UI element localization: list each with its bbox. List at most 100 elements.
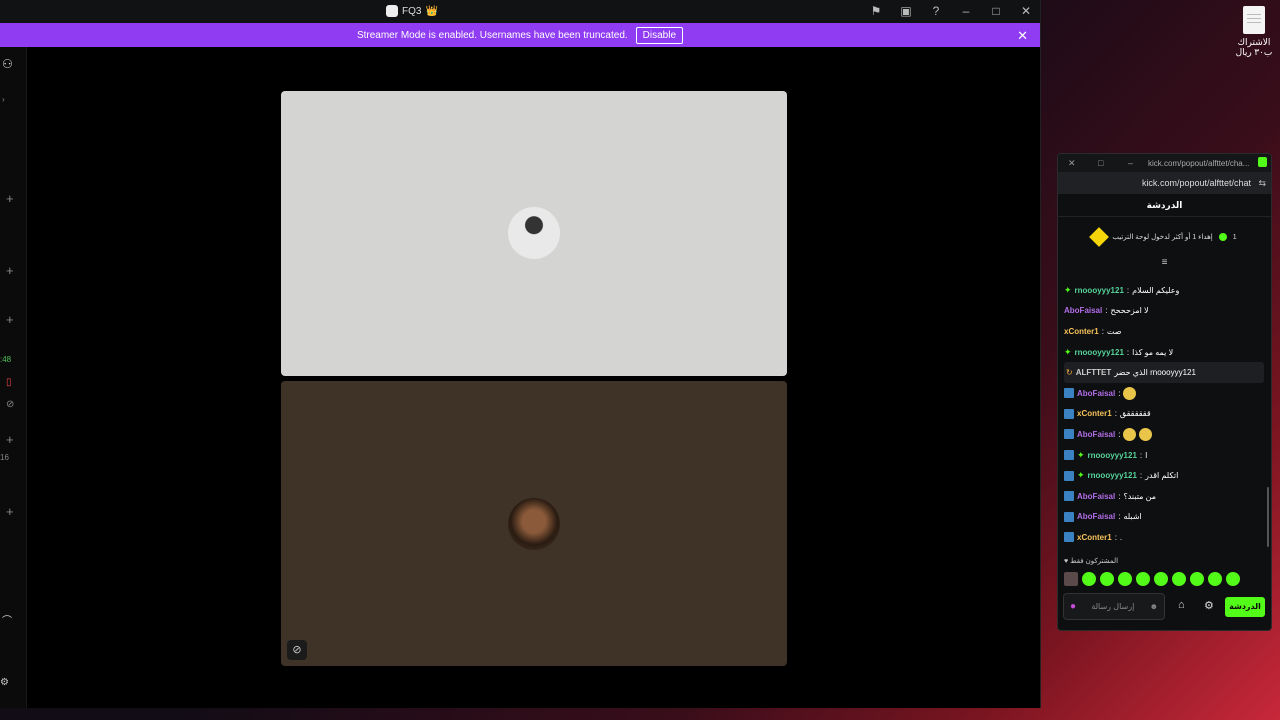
username[interactable]: rnoooyyy121 [1075, 286, 1124, 295]
store-icon[interactable]: ⌂ [1178, 599, 1185, 611]
badge-icon [1064, 429, 1074, 440]
username[interactable]: ALFTTET [1076, 368, 1112, 377]
add-icon[interactable]: + [6, 263, 32, 278]
badge-icon [1064, 511, 1074, 522]
host-icon: ↻ [1066, 368, 1073, 378]
emote-icon [1123, 427, 1137, 441]
goal-amount: 1 [1232, 233, 1237, 241]
collapse-icon[interactable]: ≡ [1058, 257, 1271, 271]
headset-icon[interactable]: ⌒ [2, 612, 28, 627]
badge-icon [1064, 388, 1074, 399]
minimize-icon[interactable]: – [1128, 158, 1133, 168]
badge-icon [1064, 408, 1074, 419]
banner-text: Streamer Mode is enabled. Usernames have… [356, 29, 628, 41]
flag-icon[interactable]: ⚑ [868, 4, 884, 18]
streamer-mode-banner: Streamer Mode is enabled. Usernames have… [0, 23, 1040, 47]
left-sidebar: ⚇ › + + + :48 ▯ ⊘ + 16 + ⌒ ⚙ [0, 47, 27, 708]
browser-tab-bar: ✕ □ – kick.com/popout/alfttet/cha... [1058, 154, 1271, 172]
minimize-icon[interactable]: – [958, 4, 974, 18]
window-title-text: FQ3 [402, 5, 422, 17]
chat-input[interactable]: ● إرسال رسالة ☻ [1063, 593, 1165, 620]
close-icon[interactable]: ✕ [1018, 4, 1034, 18]
chat-message: ✦ rnoooyyy121: اتكلم اقدر [1064, 465, 1264, 486]
banner-close-icon[interactable]: ✕ [1017, 28, 1028, 44]
emote-icon[interactable] [1208, 572, 1222, 586]
chat-message: xConter1: صت [1064, 326, 1122, 336]
chat-message: AboFaisal: [1064, 383, 1264, 404]
server-logo-icon [386, 5, 398, 17]
document-icon [1243, 6, 1265, 34]
add-icon[interactable]: + [6, 191, 32, 206]
maximize-icon[interactable]: □ [1098, 158, 1103, 168]
emote-icon[interactable] [1154, 572, 1168, 586]
chat-message: ✦ rnoooyyy121: لا يمه مو كذا [1064, 346, 1174, 357]
message-text: وعليكم السلام [1132, 285, 1180, 295]
mute-icon[interactable]: ⊘ [6, 399, 32, 410]
heart-icon: ♥ [1064, 558, 1069, 565]
emote-icon[interactable] [1100, 572, 1114, 586]
kick-logo-icon [1258, 157, 1267, 167]
username[interactable]: AboFaisal [1077, 492, 1115, 501]
chat-message: xConter1: . [1064, 527, 1264, 548]
chat-message: AboFaisal: اشبله [1064, 507, 1264, 528]
kick-coin-icon [1218, 233, 1227, 241]
username[interactable]: rnoooyyy121 [1088, 471, 1137, 480]
emote-icon[interactable] [1226, 572, 1240, 586]
sidebar-time: :48 [0, 355, 12, 364]
emote-icon[interactable] [1064, 572, 1078, 586]
crown-emoji: 👑 [425, 5, 438, 17]
help-icon[interactable]: ? [928, 4, 944, 18]
close-icon[interactable]: ✕ [1068, 158, 1076, 169]
address-bar[interactable]: kick.com/popout/alfttet/chat ⇆ [1058, 172, 1271, 194]
gear-icon[interactable]: ⚙ [1204, 599, 1214, 612]
emote-icon[interactable] [1118, 572, 1132, 586]
message-text: الذي حضر rnoooyyy121 [1114, 368, 1196, 378]
add-icon[interactable]: + [6, 432, 32, 447]
video-tile-2[interactable]: ⊘ [281, 381, 787, 666]
title-bar: FQ3 👑 ⚑ ▣ ? – □ ✕ [0, 0, 1040, 23]
desktop-file-label: الاشتراك ب٣٠ ريال [1235, 37, 1273, 57]
desktop-file-icon[interactable]: الاشتراك ب٣٠ ريال [1230, 6, 1278, 57]
username[interactable]: AboFaisal [1077, 430, 1115, 439]
username[interactable]: AboFaisal [1064, 306, 1102, 315]
chat-message: ✦ rnoooyyy121: ا [1064, 445, 1264, 466]
subscribers-only-label: ♥ المشتركون فقط [1064, 557, 1118, 565]
add-icon[interactable]: + [6, 504, 32, 519]
emote-icon[interactable] [1190, 572, 1204, 586]
add-icon[interactable]: + [6, 312, 32, 327]
participant-avatar [508, 498, 560, 550]
chat-scrollbar[interactable] [1267, 487, 1269, 547]
emoji-icon[interactable]: ☻ [1150, 602, 1158, 611]
friends-icon[interactable]: ⚇ [2, 57, 28, 71]
disable-button[interactable]: Disable [635, 26, 684, 44]
chevron-right-icon[interactable]: › [2, 95, 28, 104]
window-title: FQ3 👑 [386, 5, 438, 17]
send-button[interactable]: الدردشة [1225, 597, 1265, 617]
record-icon[interactable]: ▯ [6, 377, 32, 388]
username[interactable]: rnoooyyy121 [1088, 451, 1137, 460]
chat-message: xConter1: ققققققق [1064, 404, 1264, 425]
chat-message: AboFaisal: من متبند؟ [1064, 486, 1264, 507]
username[interactable]: xConter1 [1077, 533, 1112, 542]
username[interactable]: xConter1 [1064, 327, 1099, 336]
username[interactable]: AboFaisal [1077, 389, 1115, 398]
inbox-icon[interactable]: ▣ [898, 4, 914, 18]
username[interactable]: xConter1 [1077, 409, 1112, 418]
mic-icon[interactable]: ● [1070, 601, 1076, 612]
username[interactable]: rnoooyyy121 [1075, 348, 1124, 357]
emote-icon[interactable] [1082, 572, 1096, 586]
muted-mic-icon: ⊘ [287, 640, 307, 660]
emote-icon[interactable] [1172, 572, 1186, 586]
badge-icon: ✦ [1077, 449, 1085, 460]
site-settings-icon[interactable]: ⇆ [1258, 178, 1266, 189]
username[interactable]: AboFaisal [1077, 512, 1115, 521]
emote-icon[interactable] [1136, 572, 1150, 586]
maximize-icon[interactable]: □ [988, 4, 1004, 18]
gift-goal[interactable]: إهداء 1 أو أكثر لدخول لوحة الترتيب 1 [1058, 217, 1271, 257]
chat-popout-window: ✕ □ – kick.com/popout/alfttet/cha... kic… [1057, 153, 1272, 631]
settings-icon[interactable]: ⚙ [0, 677, 26, 688]
message-text: من متبند؟ [1123, 491, 1157, 501]
badge-icon [1064, 532, 1074, 543]
video-tile-1[interactable] [281, 91, 787, 376]
message-text: لا يمه مو كذا [1132, 347, 1174, 357]
